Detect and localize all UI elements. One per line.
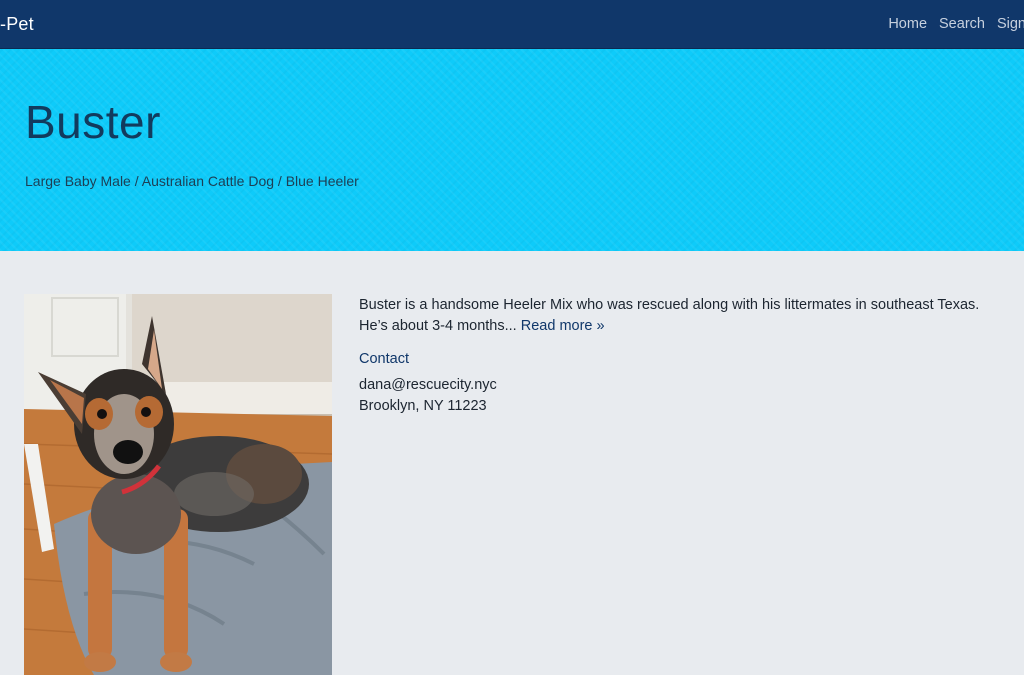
contact-email: dana@rescuecity.nyc (359, 377, 497, 393)
pet-info: Buster is a handsome Heeler Mix who was … (359, 295, 989, 417)
contact-details: dana@rescuecity.nyc Brooklyn, NY 11223 (359, 375, 989, 417)
top-navbar: -Pet Home Search Sign (0, 0, 1024, 49)
brand-logo[interactable]: -Pet (0, 14, 34, 35)
nav-links: Home Search Sign (888, 16, 1024, 32)
hero-banner: Buster Large Baby Male / Australian Catt… (0, 49, 1024, 251)
pet-photo (24, 294, 332, 675)
contact-heading: Contact (359, 351, 409, 367)
dog-photo-illustration (24, 294, 332, 675)
pet-details: Large Baby Male / Australian Cattle Dog … (25, 173, 359, 189)
description-text: Buster is a handsome Heeler Mix who was … (359, 297, 980, 334)
nav-home-link[interactable]: Home (888, 16, 927, 32)
nav-sign-in-link[interactable]: Sign (997, 16, 1024, 32)
nav-search-link[interactable]: Search (939, 16, 985, 32)
pet-name-title: Buster (25, 96, 161, 148)
read-more-link[interactable]: Read more » (521, 318, 605, 334)
contact-location: Brooklyn, NY 11223 (359, 398, 487, 414)
pet-description: Buster is a handsome Heeler Mix who was … (359, 295, 989, 337)
